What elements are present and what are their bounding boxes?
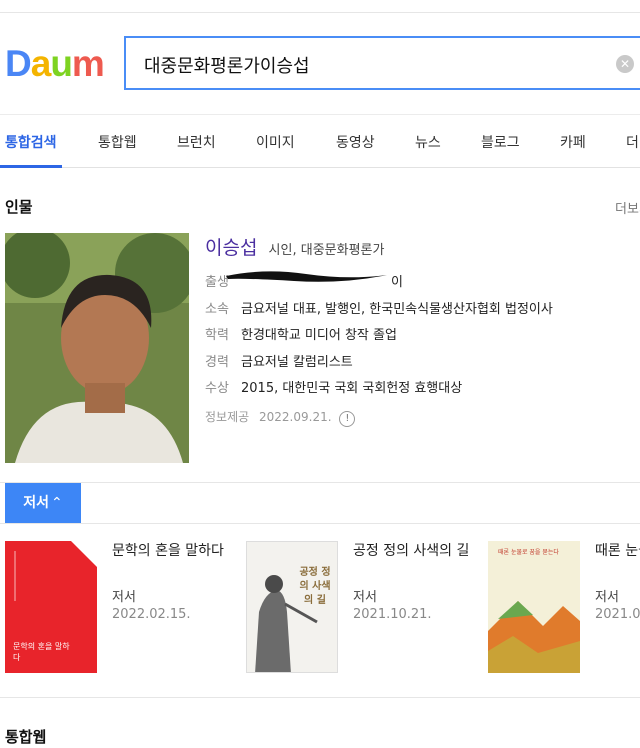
info-label: 소속	[205, 302, 229, 317]
book-date: 2021.0	[595, 607, 640, 622]
book-type: 저서	[595, 590, 619, 605]
works-tab-button[interactable]: 저서 ⌃	[5, 483, 81, 523]
more-link[interactable]: 더보기	[615, 198, 640, 217]
person-photo[interactable]	[5, 233, 189, 463]
tab-images[interactable]: 이미지	[256, 132, 295, 152]
active-tab-indicator	[0, 165, 62, 168]
provider-date: 2022.09.21.	[259, 410, 332, 424]
book-date: 2022.02.15.	[112, 607, 191, 622]
book-title[interactable]: 공정 정의 사색의 길	[353, 541, 471, 562]
logo-letter-d: D	[5, 43, 32, 84]
tab-integrated-search[interactable]: 통합검색	[5, 132, 57, 152]
info-label: 경력	[205, 355, 229, 370]
clear-icon[interactable]: ✕	[616, 55, 634, 73]
book-cover[interactable]: 때론 눈물로 꿈을 묻는다	[488, 541, 580, 673]
person-name-link[interactable]: 이승섭	[205, 237, 257, 259]
info-icon[interactable]: !	[339, 411, 356, 427]
tab-news[interactable]: 뉴스	[415, 132, 441, 152]
tab-blog[interactable]: 블로그	[481, 132, 520, 152]
tab-integrated-web[interactable]: 통합웹	[98, 132, 137, 152]
section-divider	[0, 697, 640, 698]
info-value: 금요저널 대표, 발행인, 한국민속식물생산자협회 법정이사	[241, 302, 553, 317]
book-type: 저서	[112, 590, 136, 605]
tab-more[interactable]: 더	[626, 132, 639, 152]
info-row-affiliation: 소속 금요저널 대표, 발행인, 한국민속식물생산자협회 법정이사	[205, 298, 553, 317]
book-cover-art	[488, 601, 580, 673]
web-section-title: 통합웹	[5, 728, 47, 746]
works-tab-label: 저서	[23, 495, 50, 511]
logo-letter-m: m	[71, 43, 105, 84]
book-cover[interactable]: 문학의 혼을 말하다	[5, 541, 97, 673]
daum-logo[interactable]: Daum	[5, 43, 105, 84]
person-section-title: 인물	[5, 198, 33, 216]
book-cover[interactable]: 공정 정의 사색의 길	[246, 541, 338, 673]
info-value: 금요저널 칼럼리스트	[241, 355, 353, 370]
tab-brunch[interactable]: 브런치	[177, 132, 216, 152]
provider-label: 정보제공	[205, 410, 250, 424]
cover-title: 때론 눈물로 꿈을 묻는다	[498, 549, 559, 556]
info-value: 이	[391, 275, 403, 290]
book-type: 저서	[353, 590, 377, 605]
info-row-career: 경력 금요저널 칼럼리스트	[205, 351, 353, 370]
book-title[interactable]: 문학의 혼을 말하다	[112, 541, 230, 562]
book-title[interactable]: 때론 눈물을 묻는다	[595, 541, 640, 562]
chevron-up-icon: ⌃	[51, 495, 63, 511]
info-value: 한경대학교 미디어 창작 졸업	[241, 328, 397, 343]
search-box[interactable]: 대중문화평론가이승섭 ✕	[124, 36, 640, 90]
info-value: 2015, 대한민국 국회 국회헌정 효행대상	[241, 381, 463, 396]
cover-title: 공정 정의 사색의 길	[299, 567, 331, 606]
person-name-row: 이승섭 시인, 대중문화평론가	[205, 233, 384, 260]
book-date: 2021.10.21.	[353, 607, 432, 622]
tab-cafe[interactable]: 카페	[560, 132, 586, 152]
cover-title: 문학의 혼을 말하다	[13, 642, 70, 662]
logo-letter-a: a	[30, 43, 52, 84]
info-label: 수상	[205, 381, 229, 396]
info-row-education: 학력 한경대학교 미디어 창작 졸업	[205, 324, 397, 343]
redaction-scribble	[226, 271, 387, 282]
info-row-award: 수상 2015, 대한민국 국회 국회헌정 효행대상	[205, 377, 462, 396]
search-tabs: 통합검색 통합웹 브런치 이미지 동영상 뉴스 블로그 카페 더	[0, 114, 640, 168]
section-divider	[0, 482, 640, 483]
info-provider: 정보제공 2022.09.21. !	[205, 408, 356, 427]
top-divider	[0, 12, 640, 13]
tab-videos[interactable]: 동영상	[336, 132, 375, 152]
search-input[interactable]: 대중문화평론가이승섭	[144, 52, 310, 78]
person-role: 시인, 대중문화평론가	[268, 243, 385, 258]
person-photo-image	[5, 233, 189, 463]
logo-letter-u: u	[50, 43, 73, 84]
info-label: 학력	[205, 328, 229, 343]
works-divider	[0, 523, 640, 524]
